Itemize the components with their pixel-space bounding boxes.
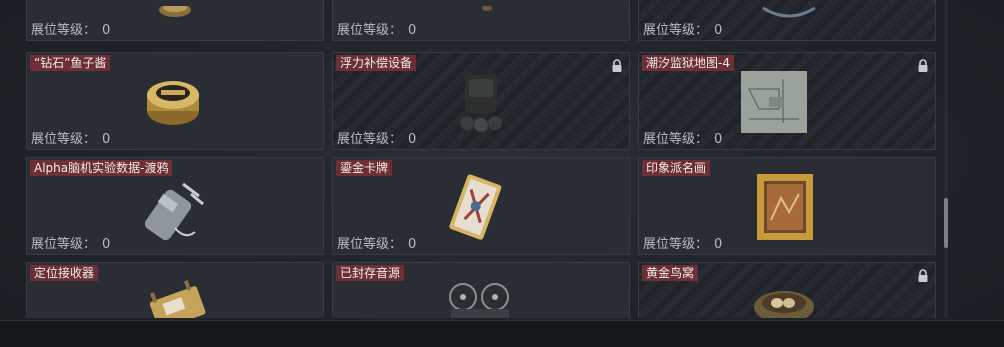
item-card[interactable]: 黄金鸟窝 xyxy=(638,262,936,318)
item-level: 展位等级： 0 xyxy=(31,237,111,252)
scrollbar-thumb[interactable] xyxy=(944,198,948,248)
item-level: 展位等级： 0 xyxy=(31,23,111,38)
item-level: 展位等级： 0 xyxy=(643,237,723,252)
data-drive-icon xyxy=(145,182,204,241)
item-icon xyxy=(482,6,492,11)
item-name: 黄金鸟窝 xyxy=(642,265,699,281)
gold-coin-icon xyxy=(159,6,191,17)
item-name: 定位接收器 xyxy=(30,265,99,281)
item-name: 已封存音源 xyxy=(336,265,405,281)
item-card[interactable]: 印象派名画 展位等级： 0 xyxy=(638,157,936,255)
item-level: 展位等级： 0 xyxy=(337,132,417,147)
lock-icon xyxy=(612,59,622,72)
item-card[interactable]: 已封存音源 xyxy=(332,262,630,318)
item-card[interactable]: “钻石”鱼子酱 展位等级： 0 xyxy=(26,52,324,150)
item-card[interactable]: 展位等级： 0 xyxy=(638,0,936,41)
item-name: “钻石”鱼子酱 xyxy=(30,55,111,71)
item-name: 鎏金卡牌 xyxy=(336,160,393,176)
bird-nest-icon xyxy=(754,291,814,318)
buoyancy-device-icon xyxy=(460,67,502,132)
item-card[interactable]: 潮汐监狱地图-4 展位等级： 0 xyxy=(638,52,936,150)
item-card[interactable]: 展位等级： 0 xyxy=(332,0,630,41)
caviar-tin-icon xyxy=(147,81,199,125)
reel-recorder-icon xyxy=(449,283,509,318)
item-level: 展位等级： 0 xyxy=(31,132,111,147)
item-card[interactable]: 鎏金卡牌 展位等级： 0 xyxy=(332,157,630,255)
framed-painting-icon xyxy=(757,174,813,240)
item-level: 展位等级： 0 xyxy=(643,132,723,147)
lock-icon xyxy=(918,59,928,72)
item-name: 印象派名画 xyxy=(642,160,711,176)
item-card[interactable]: 展位等级： 0 xyxy=(26,0,324,41)
item-card[interactable]: Alpha脑机实验数据-渡鸦 展位等级： 0 xyxy=(26,157,324,255)
item-grid: 展位等级： 0 展位等级： 0 展位等级： 0 “钻石”鱼子酱 展位等级： 0 浮力补偿… xyxy=(26,0,946,318)
item-card[interactable]: 浮力补偿设备 展位等级： 0 xyxy=(332,52,630,150)
receiver-icon xyxy=(149,279,206,318)
lock-icon xyxy=(918,269,928,282)
item-name: 潮汐监狱地图-4 xyxy=(642,55,734,71)
item-card[interactable]: 定位接收器 xyxy=(26,262,324,318)
map-icon xyxy=(741,71,807,133)
item-name: 浮力补偿设备 xyxy=(336,55,417,71)
item-icon xyxy=(762,6,816,18)
item-level: 展位等级： 0 xyxy=(337,237,417,252)
gilded-card-icon xyxy=(449,174,502,240)
item-name: Alpha脑机实验数据-渡鸦 xyxy=(30,160,173,176)
scrollbar-track[interactable] xyxy=(944,0,948,318)
bottom-bar xyxy=(0,320,1004,347)
item-level: 展位等级： 0 xyxy=(643,23,723,38)
item-level: 展位等级： 0 xyxy=(337,23,417,38)
